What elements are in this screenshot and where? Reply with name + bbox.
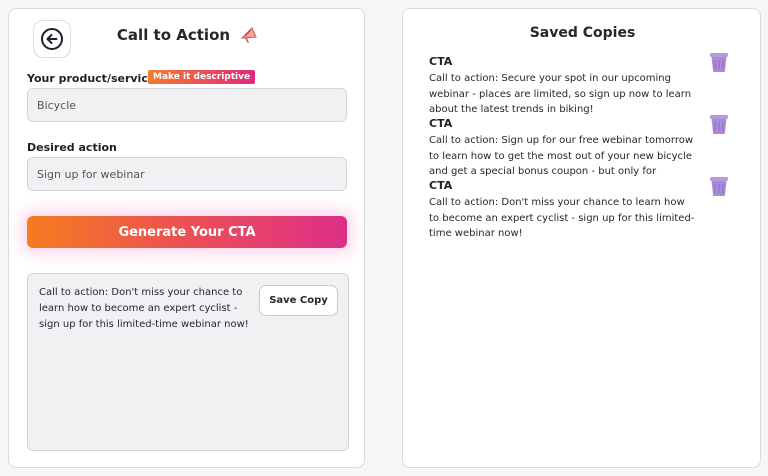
descriptive-badge: Make it descriptive (148, 70, 256, 84)
product-label: Your product/service (27, 72, 156, 85)
saved-item-text: Call to action: Sign up for our free web… (429, 135, 694, 177)
saved-item-text: Call to action: Secure your spot in our … (429, 73, 692, 115)
trash-icon[interactable] (709, 112, 729, 136)
trash-icon[interactable] (709, 174, 729, 198)
saved-copies-title: Saved Copies (529, 25, 636, 41)
trash-icon[interactable] (709, 50, 729, 74)
saved-item-heading: CTA (429, 117, 453, 130)
saved-item: CTA Call to action: Don't miss your chan… (429, 177, 729, 242)
page-title: Call to Action (116, 26, 231, 44)
saved-item-heading: CTA (429, 179, 453, 192)
save-copy-button[interactable]: Save Copy (259, 285, 338, 316)
action-label: Desired action (27, 141, 117, 154)
saved-copies-panel: Saved Copies CTA Call to action: Secure … (402, 8, 761, 468)
generated-cta-text: Call to action: Don't miss your chance t… (39, 287, 249, 330)
call-to-action-panel: Call to Action Your product/service Make… (8, 8, 365, 468)
product-input[interactable] (27, 88, 347, 122)
saved-item: CTA Call to action: Secure your spot in … (429, 53, 729, 118)
saved-item: CTA Call to action: Sign up for our free… (429, 115, 729, 180)
saved-item-heading: CTA (429, 55, 453, 68)
output-box: Call to action: Don't miss your chance t… (27, 273, 349, 451)
saved-item-text: Call to action: Don't miss your chance t… (429, 197, 695, 239)
action-input[interactable] (27, 157, 347, 191)
megaphone-icon (240, 27, 257, 43)
generate-cta-button[interactable]: Generate Your CTA (27, 216, 347, 248)
